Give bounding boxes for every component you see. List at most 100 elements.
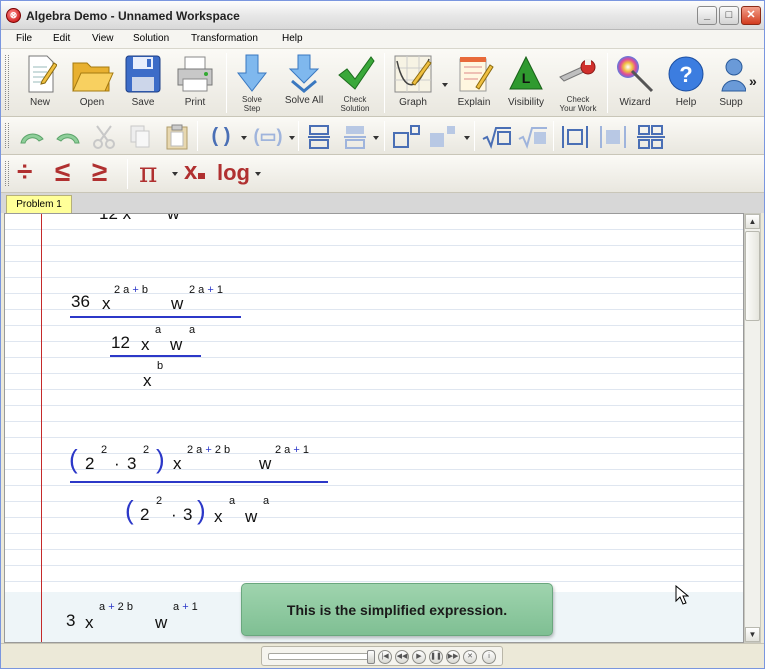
e3-x-exponent: a + 2 b	[99, 601, 133, 613]
parentheses-icon[interactable]: ( )	[204, 123, 238, 151]
new-label: New	[29, 97, 50, 108]
play-icon[interactable]: ▶	[412, 650, 426, 664]
e1-denominator-x-exponent: b	[157, 360, 164, 372]
log-button[interactable]: log	[217, 160, 250, 186]
brackets-icon[interactable]: (▭)	[249, 123, 287, 151]
graph-dropdown-arrow-icon[interactable]	[442, 83, 448, 87]
visibility-icon: L	[506, 53, 546, 95]
visibility-button[interactable]: L Visibility	[501, 53, 551, 108]
log-dropdown-arrow-icon[interactable]	[255, 172, 261, 176]
visibility-label: Visibility	[508, 97, 544, 108]
check-solution-button[interactable]: Check Solution	[331, 53, 379, 113]
save-button[interactable]: Save	[119, 53, 167, 108]
solve-all-arrows-icon	[286, 53, 322, 93]
close-button[interactable]: ✕	[741, 6, 761, 25]
e1-numerator-coefficient: 36	[71, 292, 90, 311]
exp-part: 2 a	[114, 284, 133, 296]
stop-icon[interactable]: ✕	[463, 650, 477, 664]
menu-view[interactable]: View	[92, 33, 114, 44]
scrollbar-thumb[interactable]	[745, 231, 760, 321]
open-button[interactable]: Open	[67, 53, 117, 108]
menu-edit[interactable]: Edit	[53, 33, 70, 44]
support-label: Supp	[719, 97, 743, 108]
menu-transformation[interactable]: Transformation	[191, 33, 258, 44]
check-your-work-button[interactable]: Check Your Work	[553, 53, 603, 113]
square-root-icon[interactable]	[481, 123, 513, 151]
norm-icon[interactable]	[597, 123, 629, 151]
step-back-icon[interactable]: ◀◀	[395, 650, 409, 664]
e2-base-3: 3	[127, 454, 137, 473]
less-or-equal-button[interactable]: ≤	[55, 156, 70, 188]
new-button[interactable]: New	[16, 53, 64, 108]
pi-symbol-button[interactable]: π	[139, 156, 157, 189]
pi-dropdown-arrow-icon[interactable]	[172, 172, 178, 176]
e2-base-2-exponent: 2	[101, 444, 108, 456]
greater-or-equal-button[interactable]: ≥	[92, 156, 107, 188]
playback-slider[interactable]	[268, 650, 375, 664]
e2-den-w-exponent: a	[263, 495, 270, 507]
title-bar: ⊗ Algebra Demo - Unnamed Workspace _ □ ✕	[1, 1, 764, 30]
wizard-button[interactable]: Wizard	[611, 53, 659, 108]
mixed-fraction-icon[interactable]	[341, 123, 369, 151]
explain-notepad-icon	[454, 53, 494, 95]
e2-den-left-paren: (	[125, 495, 134, 525]
subscript-x-glyph: x	[184, 158, 198, 185]
open-label: Open	[79, 97, 105, 108]
rewind-to-start-icon[interactable]: |◀	[378, 650, 392, 664]
e3-w-exponent: a + 1	[173, 601, 198, 613]
minimize-button[interactable]: _	[697, 6, 717, 25]
solve-step-label-2: Step	[243, 104, 261, 113]
solve-step-button[interactable]: Solve Step	[230, 53, 274, 113]
e2-den-base-3: 3	[183, 505, 193, 524]
nth-root-icon[interactable]	[517, 123, 549, 151]
tab-problem-1[interactable]: Problem 1	[6, 195, 72, 213]
exp-part: 2 a	[189, 284, 208, 296]
brackets-dropdown-arrow-icon[interactable]	[289, 136, 295, 140]
subscript-superscript-icon[interactable]	[427, 123, 461, 151]
e2-right-paren: )	[156, 444, 165, 474]
toolbar-overflow-chevron[interactable]: »	[749, 73, 757, 89]
absolute-value-icon[interactable]	[559, 123, 591, 151]
copy-icon[interactable]	[127, 123, 153, 151]
menu-solution[interactable]: Solution	[133, 33, 169, 44]
e1-numerator-x: x	[102, 294, 111, 313]
open-folder-icon	[70, 53, 114, 95]
help-button[interactable]: ? Help	[663, 53, 709, 108]
pause-icon[interactable]: ❚❚	[429, 650, 443, 664]
fraction-icon[interactable]	[305, 123, 333, 151]
menu-file[interactable]: File	[16, 33, 32, 44]
workspace-area[interactable]: 12 xw 36 x 2 a + b w 2 a + 1 12 x a w a …	[4, 213, 744, 643]
divide-symbol-button[interactable]: ÷	[17, 156, 32, 188]
graph-button[interactable]: Graph	[387, 53, 439, 108]
subscript-x-button[interactable]: x	[184, 158, 206, 186]
support-person-icon	[716, 53, 747, 95]
paste-clipboard-icon[interactable]	[163, 123, 191, 151]
vertical-scrollbar[interactable]: ▲ ▼	[744, 213, 761, 643]
explain-button[interactable]: Explain	[451, 53, 497, 108]
support-button[interactable]: Supp	[713, 53, 749, 108]
e1-inner-w: w	[170, 335, 183, 354]
superscript-icon[interactable]	[391, 123, 423, 151]
app-logo-icon: ⊗	[6, 8, 21, 23]
scroll-down-arrow-icon[interactable]: ▼	[745, 627, 760, 642]
info-icon[interactable]: i	[482, 650, 496, 664]
help-glyph: ?	[679, 62, 692, 87]
matrix-icon[interactable]	[635, 123, 667, 151]
print-button[interactable]: Print	[171, 53, 219, 108]
power-dropdown-arrow-icon[interactable]	[464, 136, 470, 140]
cut-scissors-icon[interactable]	[91, 123, 117, 151]
new-document-icon	[23, 53, 58, 95]
redo-icon[interactable]	[53, 123, 83, 151]
fraction-dropdown-arrow-icon[interactable]	[373, 136, 379, 140]
status-bar: |◀ ◀◀ ▶ ❚❚ ▶▶ ✕ i	[1, 643, 764, 668]
scroll-up-arrow-icon[interactable]: ▲	[745, 214, 760, 229]
step-forward-icon[interactable]: ▶▶	[446, 650, 460, 664]
solve-all-button[interactable]: Solve All	[280, 53, 328, 106]
undo-icon[interactable]	[17, 123, 47, 151]
exp-part: a	[173, 601, 183, 613]
menu-help[interactable]: Help	[282, 33, 303, 44]
maximize-button[interactable]: □	[719, 6, 739, 25]
parentheses-dropdown-arrow-icon[interactable]	[241, 136, 247, 140]
e2-den-right-paren: )	[197, 495, 206, 525]
slider-knob[interactable]	[367, 650, 375, 664]
